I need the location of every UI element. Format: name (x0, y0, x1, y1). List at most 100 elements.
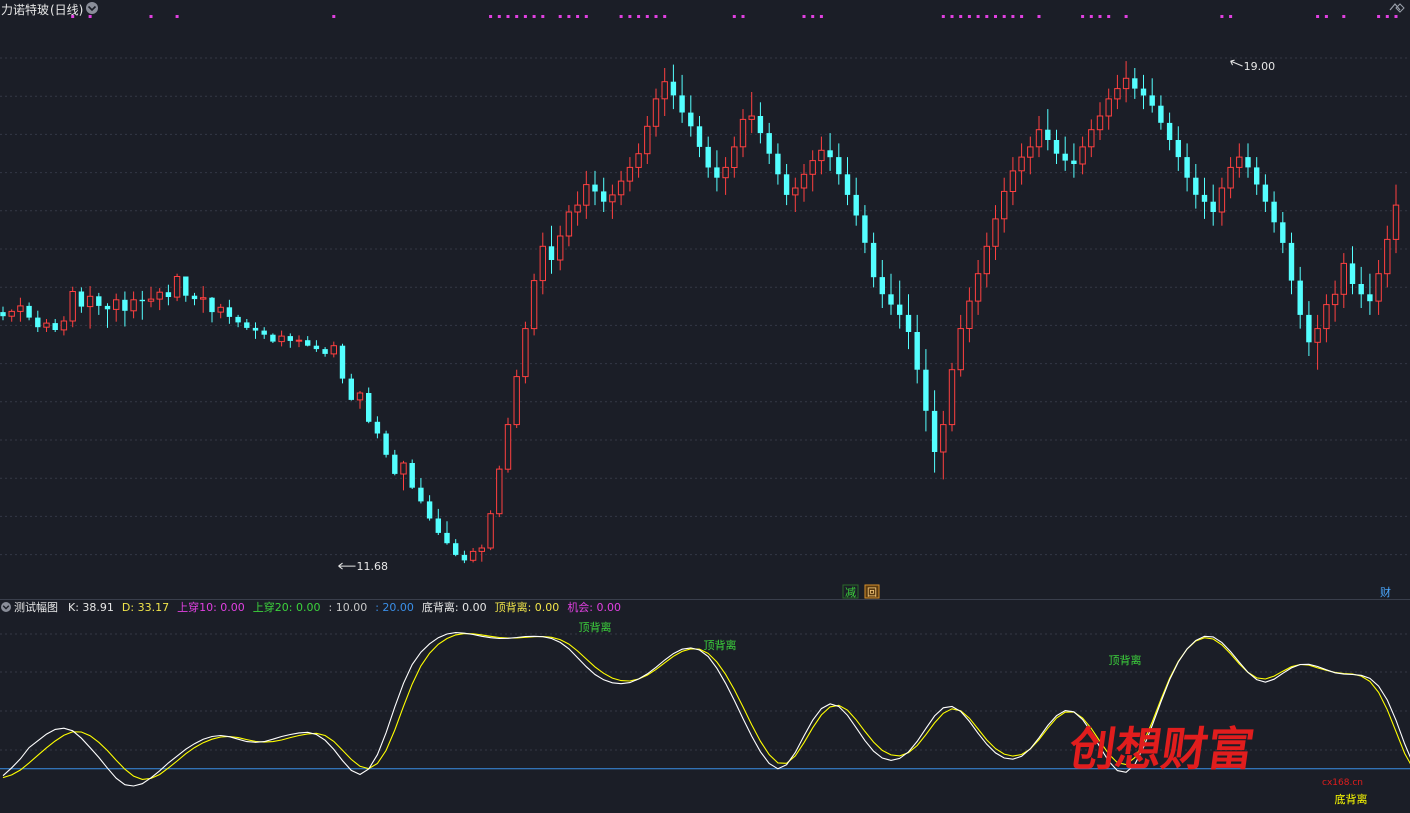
candle-body (809, 160, 816, 175)
candle-body (1288, 242, 1295, 281)
candle-body (1392, 204, 1400, 240)
candle[interactable] (339, 343, 346, 384)
signal-marker (994, 15, 997, 18)
candle-body (96, 296, 102, 306)
candle-body (974, 273, 982, 302)
top-divergence-label-2: 顶背离 (704, 638, 737, 652)
top-divergence-label-1: 顶背离 (579, 620, 612, 634)
candle-body (914, 332, 920, 370)
candle-body (0, 312, 6, 317)
candle-body (757, 116, 764, 134)
candle-body (191, 295, 198, 300)
candle-body (731, 146, 738, 168)
candle-body (26, 305, 32, 318)
stock-chart[interactable]: 力诺特玻 (日线) 19.00 11.68 减 回 财 测试幅图 K: 38.9… (0, 0, 1410, 809)
signal-marker (1081, 15, 1085, 18)
signal-marker (967, 15, 971, 18)
candle[interactable] (513, 369, 520, 428)
signal-marker (1394, 15, 1398, 18)
signal-marker (1324, 15, 1328, 18)
candle[interactable] (409, 459, 415, 490)
indicator-value-5: : 20.00 (375, 601, 414, 614)
signal-marker (985, 15, 989, 18)
candle-body (130, 299, 137, 312)
svg-text:11.68: 11.68 (357, 560, 389, 573)
candle-body (1114, 88, 1121, 100)
candle[interactable] (522, 321, 529, 384)
kline-terminal: 力诺特玻 (日线) 19.00 11.68 减 回 财 测试幅图 K: 38.9… (0, 0, 1410, 809)
candle-body (548, 246, 555, 260)
signal-marker (1011, 15, 1015, 18)
badge-reduce[interactable]: 减 (842, 584, 859, 599)
candle-body (487, 513, 494, 549)
candle[interactable] (173, 273, 181, 302)
candle-body (870, 242, 877, 278)
indicator-value-2: 上穿10: 0.00 (177, 600, 245, 614)
candle-body (217, 306, 224, 313)
candle-body (295, 339, 303, 342)
signal-marker (741, 15, 745, 18)
candle-body (1297, 280, 1303, 315)
candle-body (670, 81, 677, 96)
candle-body (104, 305, 111, 310)
candle-body (235, 316, 241, 323)
candle-body (1175, 140, 1181, 158)
candle-body (1349, 263, 1356, 284)
candle-body (183, 276, 189, 296)
badge-finance[interactable]: 财 (1377, 584, 1394, 599)
signal-marker (732, 15, 736, 18)
candle-body (888, 294, 894, 305)
signal-marker (584, 15, 588, 18)
candle-body (1045, 129, 1051, 140)
candle[interactable] (487, 510, 494, 551)
candle[interactable] (504, 417, 512, 473)
candle-body (1009, 170, 1017, 192)
candle-body (69, 291, 76, 322)
candle-body (1035, 129, 1043, 148)
candle-body (983, 245, 990, 275)
indicator-value-1: D: 33.17 (122, 601, 169, 614)
candle-body (635, 153, 642, 168)
candle-body (1210, 201, 1216, 212)
candle-body (679, 95, 685, 113)
signal-marker (523, 15, 527, 18)
candle[interactable] (530, 273, 538, 336)
title-dropdown-icon[interactable] (86, 2, 98, 14)
candle-body (383, 433, 389, 455)
candle-body (1367, 294, 1373, 302)
indicator-value-8: 机会: 0.00 (567, 600, 621, 614)
candle-body (652, 98, 660, 127)
signal-marker (149, 15, 153, 18)
signal-marker (497, 15, 501, 18)
signal-marker (802, 15, 806, 18)
candle-body (792, 187, 799, 196)
period-label: (日线) (50, 3, 83, 17)
signal-marker (1002, 15, 1006, 18)
candle-body (156, 291, 163, 300)
signal-marker (959, 15, 963, 18)
candle-body (1079, 146, 1086, 165)
candle-body (609, 194, 616, 203)
candle[interactable] (270, 333, 276, 343)
candle[interactable] (496, 465, 503, 518)
candle-body (836, 157, 842, 175)
candle-body (322, 349, 328, 354)
svg-text:回: 回 (867, 587, 877, 599)
candle[interactable] (383, 430, 389, 458)
indicator-collapse-icon[interactable] (1, 602, 11, 612)
candle-body (827, 150, 833, 158)
badge-return[interactable]: 回 (864, 584, 880, 599)
candle-body (392, 454, 398, 474)
signal-marker (819, 15, 823, 18)
candle[interactable] (948, 362, 956, 432)
candle-body (1340, 262, 1347, 295)
candle[interactable] (69, 286, 76, 328)
candle-body (1158, 105, 1164, 123)
candle-body (1314, 328, 1321, 343)
signal-marker (811, 15, 815, 18)
candle-body (966, 300, 973, 330)
candle-body (601, 191, 607, 202)
candle-body (574, 204, 581, 213)
candle-body (461, 554, 468, 561)
candle-body (565, 211, 573, 237)
